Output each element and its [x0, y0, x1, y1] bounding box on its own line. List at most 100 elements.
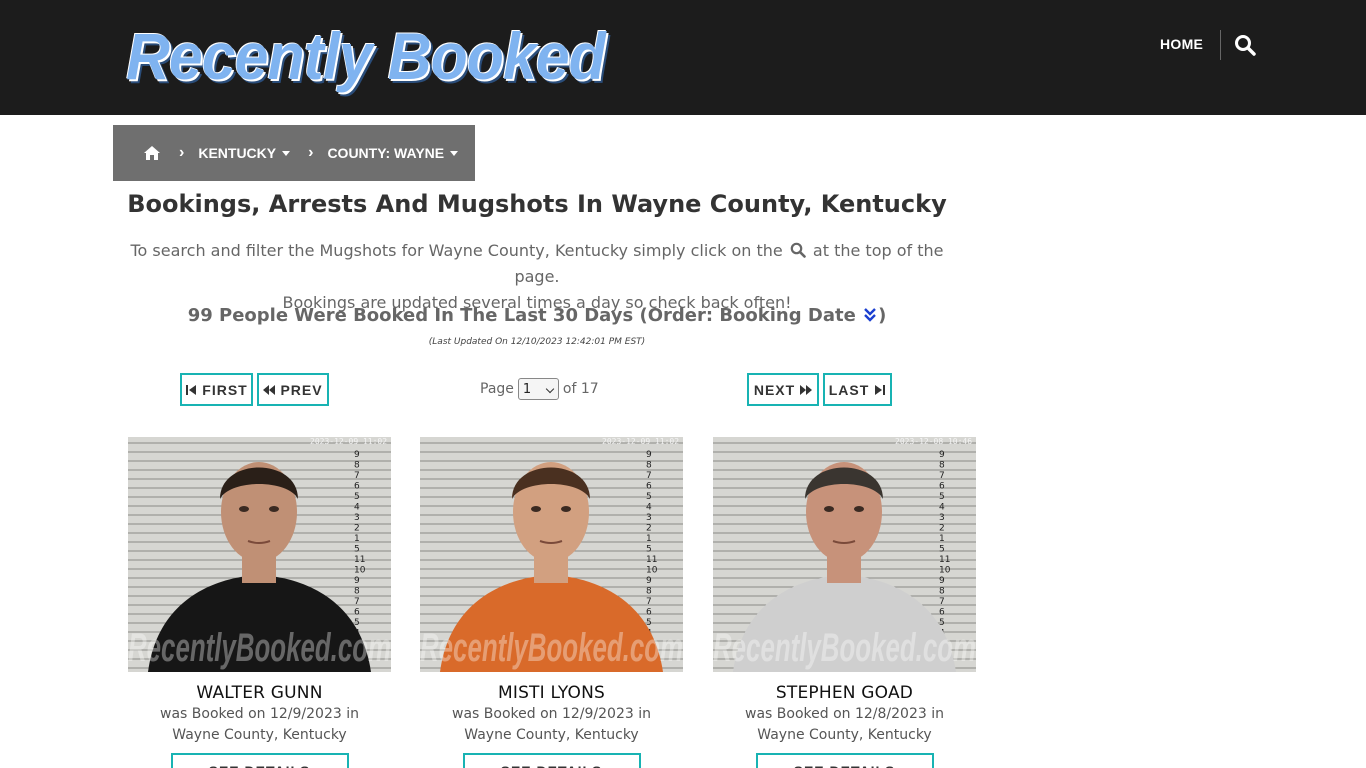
svg-text:5: 5: [646, 492, 652, 502]
svg-text:2: 2: [939, 524, 945, 534]
mugshot-drawing: 9876543215111098765432142023-12-09 11:02…: [420, 437, 683, 672]
svg-text:7: 7: [354, 597, 360, 607]
nav-divider: [1220, 30, 1221, 60]
booking-location: Wayne County, Kentucky: [172, 727, 347, 743]
booking-card: 9876543215111098765432142023-12-09 11:02…: [128, 437, 391, 768]
booking-date: was Booked on 12/9/2023 in: [452, 706, 651, 722]
svg-text:1: 1: [354, 534, 360, 544]
first-icon: [186, 384, 197, 395]
page-total: of 17: [562, 381, 599, 397]
svg-text:6: 6: [646, 608, 652, 618]
booking-count-text: 99 People Were Booked In The Last 30 Day…: [187, 305, 856, 326]
inmate-name[interactable]: MISTI LYONS: [420, 683, 683, 703]
inmate-name[interactable]: STEPHEN GOAD: [713, 683, 976, 703]
chevron-right-icon: ›: [308, 144, 314, 161]
svg-text:7: 7: [939, 471, 945, 481]
svg-text:5: 5: [939, 545, 945, 555]
svg-text:1: 1: [646, 534, 652, 544]
booking-date: was Booked on 12/8/2023 in: [745, 706, 944, 722]
svg-text:8: 8: [939, 587, 945, 597]
site-logo[interactable]: Recently Booked: [126, 18, 616, 94]
nav-home-link[interactable]: HOME: [1160, 36, 1203, 52]
svg-text:8: 8: [646, 587, 652, 597]
mugshot-image[interactable]: 9876543215111098765432142023-12-09 11:02…: [128, 437, 391, 672]
breadcrumb-state-dropdown[interactable]: KENTUCKY: [198, 145, 291, 161]
last-label: LAST: [828, 381, 870, 398]
svg-text:5: 5: [646, 545, 652, 555]
page-select-value: 1: [522, 381, 532, 397]
mugshot-drawing: 9876543215111098765432142023-12-08 10:46…: [713, 437, 976, 672]
intro-text-start: To search and filter the Mugshots for Wa…: [130, 241, 783, 260]
first-label: FIRST: [202, 381, 248, 398]
svg-text:9: 9: [354, 576, 360, 586]
svg-text:RecentlyBooked.com: RecentlyBooked.com: [713, 626, 976, 670]
svg-text:11: 11: [939, 555, 950, 565]
caret-down-icon: [282, 150, 291, 156]
svg-text:10: 10: [354, 566, 366, 576]
double-chevron-down-icon[interactable]: [862, 306, 878, 324]
svg-text:10: 10: [939, 566, 951, 576]
svg-text:2: 2: [646, 524, 652, 534]
page-title: Bookings, Arrests And Mugshots In Wayne …: [127, 190, 947, 218]
page-selector: Page 1 of 17: [480, 378, 599, 400]
svg-text:9: 9: [646, 576, 652, 586]
breadcrumb-county-label: COUNTY: WAYNE: [327, 145, 445, 161]
svg-text:6: 6: [354, 608, 360, 618]
last-updated: (Last Updated On 12/10/2023 12:42:01 PM …: [428, 337, 646, 347]
svg-text:4: 4: [354, 503, 360, 513]
prev-page-button[interactable]: PREV: [257, 373, 329, 406]
see-details-button[interactable]: SEE DETAILS: [755, 753, 934, 768]
first-page-button[interactable]: FIRST: [180, 373, 253, 406]
booking-date: was Booked on 12/9/2023 in: [160, 706, 359, 722]
svg-text:6: 6: [939, 482, 945, 492]
breadcrumb-county-dropdown[interactable]: COUNTY: WAYNE: [327, 145, 459, 161]
svg-text:1: 1: [939, 534, 945, 544]
svg-text:9: 9: [354, 450, 360, 460]
svg-text:5: 5: [354, 545, 360, 555]
home-icon[interactable]: [143, 145, 161, 161]
svg-text:6: 6: [354, 482, 360, 492]
caret-down-icon: [450, 150, 459, 156]
see-details-button[interactable]: SEE DETAILS: [462, 753, 641, 768]
svg-text:RecentlyBooked.com: RecentlyBooked.com: [128, 626, 391, 670]
svg-text:2023-12-09 11:02: 2023-12-09 11:02: [310, 437, 387, 446]
next-page-button[interactable]: NEXT: [747, 373, 819, 406]
svg-text:10: 10: [646, 566, 658, 576]
svg-text:11: 11: [354, 555, 365, 565]
mugshot-image[interactable]: 9876543215111098765432142023-12-08 10:46…: [713, 437, 976, 672]
mugshot-image[interactable]: 9876543215111098765432142023-12-09 11:02…: [420, 437, 683, 672]
page-word: Page: [480, 381, 514, 397]
booking-location: Wayne County, Kentucky: [464, 727, 639, 743]
svg-text:7: 7: [939, 597, 945, 607]
booking-card: 9876543215111098765432142023-12-09 11:02…: [420, 437, 683, 768]
last-page-button[interactable]: LAST: [823, 373, 892, 406]
svg-text:6: 6: [939, 608, 945, 618]
site-header: Recently Booked HOME: [0, 0, 1366, 115]
see-details-button[interactable]: SEE DETAILS: [170, 753, 349, 768]
booking-location: Wayne County, Kentucky: [757, 727, 932, 743]
svg-text:3: 3: [354, 513, 360, 523]
svg-text:11: 11: [646, 555, 657, 565]
search-icon: [790, 240, 806, 258]
svg-text:8: 8: [646, 461, 652, 471]
svg-text:8: 8: [939, 461, 945, 471]
svg-text:9: 9: [646, 450, 652, 460]
inmate-name[interactable]: WALTER GUNN: [128, 683, 391, 703]
next-label: NEXT: [753, 381, 796, 398]
mugshot-drawing: 9876543215111098765432142023-12-09 11:02…: [128, 437, 391, 672]
logo-text: Recently Booked: [126, 19, 606, 93]
svg-text:2: 2: [354, 524, 360, 534]
svg-text:4: 4: [939, 503, 945, 513]
svg-text:5: 5: [939, 492, 945, 502]
booking-count-heading: 99 People Were Booked In The Last 30 Day…: [113, 305, 961, 326]
svg-text:7: 7: [354, 471, 360, 481]
search-icon[interactable]: [1234, 34, 1256, 56]
svg-text:5: 5: [354, 492, 360, 502]
page-select[interactable]: 1: [517, 378, 559, 400]
breadcrumb: › KENTUCKY › COUNTY: WAYNE: [113, 125, 475, 181]
svg-text:7: 7: [646, 597, 652, 607]
svg-text:9: 9: [939, 450, 945, 460]
svg-text:9: 9: [939, 576, 945, 586]
svg-text:2023-12-08 10:46: 2023-12-08 10:46: [895, 437, 972, 446]
backward-icon: [263, 384, 276, 395]
